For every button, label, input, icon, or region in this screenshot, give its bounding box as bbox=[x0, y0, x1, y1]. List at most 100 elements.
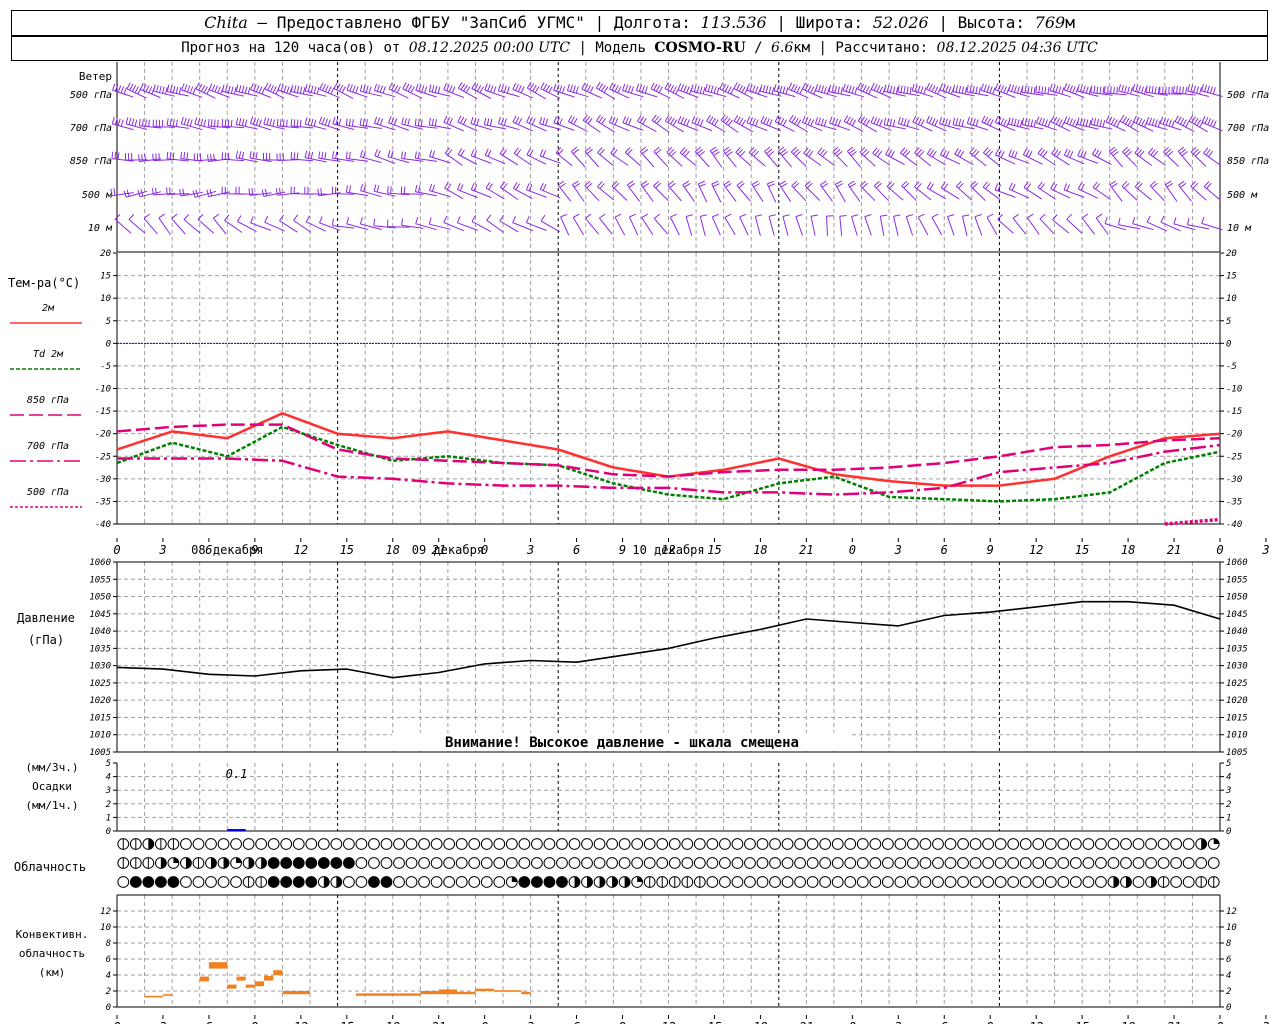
cloud-circle bbox=[418, 838, 430, 850]
cloud-symbol bbox=[1095, 857, 1107, 869]
cloud-circle bbox=[819, 838, 832, 850]
wind-barb-flag bbox=[286, 86, 290, 94]
wind-barb-staff bbox=[1066, 218, 1083, 234]
cloud-symbol bbox=[167, 838, 180, 850]
wind-barb bbox=[723, 146, 737, 168]
wind-barb-flag bbox=[741, 119, 747, 126]
wind-barb-flag bbox=[836, 183, 844, 188]
wind-barb-flag bbox=[525, 216, 530, 223]
wind-barb-staff bbox=[197, 219, 215, 234]
cloud-symbol bbox=[1069, 876, 1082, 888]
cloud-symbol bbox=[418, 876, 430, 888]
wind-barb-flag bbox=[724, 213, 732, 218]
wind-barb-flag bbox=[903, 118, 907, 126]
wind-barb bbox=[859, 146, 876, 167]
wind-barb-flag bbox=[293, 214, 299, 221]
wind-barb-flag bbox=[955, 118, 959, 126]
cloud-symbol bbox=[1057, 857, 1070, 869]
cloud-circle bbox=[919, 876, 932, 888]
wind-barb-flag bbox=[428, 117, 431, 125]
wind-barb-flag bbox=[680, 117, 685, 124]
cloud-symbol bbox=[756, 838, 769, 850]
cloud-circle bbox=[844, 857, 857, 869]
wind-barb-flag bbox=[111, 117, 115, 125]
wind-barb-flag bbox=[710, 146, 717, 152]
cloud-symbol bbox=[1032, 838, 1045, 850]
conv-bar bbox=[254, 981, 265, 987]
x-tick-label-bottom: 0 bbox=[849, 1020, 856, 1024]
wind-barb-flag bbox=[346, 217, 350, 225]
cloud-symbol bbox=[894, 876, 907, 888]
conv-bar bbox=[521, 991, 531, 995]
wind-barb-flag bbox=[148, 119, 150, 127]
day-label: 08 декабря bbox=[191, 543, 263, 557]
wind-barb-flag bbox=[900, 147, 906, 154]
conv-axis-unit: (км) bbox=[39, 966, 66, 979]
wind-barb-flag bbox=[360, 183, 364, 191]
cloud-symbol bbox=[480, 838, 493, 850]
wind-barb-flag bbox=[723, 146, 730, 152]
wind-barb-flag bbox=[517, 118, 523, 125]
cloud-symbol bbox=[907, 838, 919, 850]
x-tick-label: 15 bbox=[707, 543, 721, 557]
wind-barb-flag bbox=[310, 85, 314, 93]
wind-barb-staff bbox=[1039, 218, 1055, 235]
wind-barb-flag bbox=[388, 116, 392, 123]
wind-barb-staff bbox=[128, 219, 146, 234]
cloud-circle bbox=[380, 857, 393, 869]
wind-barb-flag bbox=[460, 83, 466, 90]
cloud-symbol bbox=[769, 857, 781, 869]
wind-barb-flag bbox=[880, 214, 888, 217]
wind-barb-flag bbox=[900, 85, 903, 93]
cloud-symbol bbox=[480, 876, 493, 888]
wind-barb-flag bbox=[1069, 85, 1073, 93]
wind-barb-flag bbox=[1116, 86, 1118, 95]
wind-barb-flag bbox=[1050, 182, 1055, 190]
wind-barb-flag bbox=[1050, 115, 1055, 123]
wind-barb-flag bbox=[1185, 87, 1188, 95]
cloud-fill bbox=[1113, 876, 1119, 888]
wind-barb-flag bbox=[926, 82, 930, 90]
wind-barb-flag bbox=[843, 115, 849, 122]
wind-barb-flag bbox=[1110, 118, 1116, 125]
wind-barb-staff bbox=[471, 220, 492, 233]
cloud-circle bbox=[1057, 876, 1070, 888]
cloud-symbol bbox=[932, 876, 944, 888]
wind-barb bbox=[1145, 116, 1168, 131]
wind-barb-flag bbox=[851, 119, 857, 126]
cloud-symbol bbox=[117, 876, 130, 888]
cloud-circle bbox=[856, 857, 869, 869]
pressure-warning: Внимание! Высокое давление - шкала смеще… bbox=[445, 735, 799, 751]
cloud-symbol bbox=[530, 876, 543, 888]
cloud-symbol bbox=[518, 876, 531, 888]
wind-level-label: 500 гПа bbox=[70, 90, 112, 101]
wind-barb-flag bbox=[1132, 83, 1136, 91]
wind-barb-staff bbox=[983, 152, 1001, 167]
wind-barb bbox=[221, 152, 245, 162]
wind-barb-flag bbox=[338, 118, 342, 126]
wind-barb-flag bbox=[966, 116, 971, 124]
wind-barb-flag bbox=[984, 116, 989, 124]
wind-barb-flag bbox=[373, 116, 378, 124]
wind-barb-flag bbox=[1171, 120, 1175, 128]
cloud-circle bbox=[480, 857, 493, 869]
wind-barb bbox=[694, 146, 710, 168]
wind-barb-flag bbox=[900, 117, 904, 125]
wind-barb-flag bbox=[217, 119, 219, 127]
wind-barb-flag bbox=[1110, 86, 1112, 94]
cloud-fill bbox=[637, 876, 643, 882]
wind-barb-flag bbox=[520, 86, 525, 94]
wind-barb-flag bbox=[387, 149, 391, 157]
y-tick-label: 0 bbox=[106, 827, 111, 837]
wind-barb-flag bbox=[810, 214, 818, 217]
wind-barb-flag bbox=[985, 149, 991, 155]
wind-barb-flag bbox=[1041, 86, 1044, 94]
wind-barb-flag bbox=[1091, 148, 1097, 155]
x-tick-label-bottom: 0 bbox=[481, 1020, 488, 1024]
wind-barb-flag bbox=[1193, 85, 1197, 93]
legend-label: Td 2м bbox=[33, 349, 64, 360]
wind-barb-flag bbox=[1085, 119, 1089, 127]
cloud-symbol bbox=[1195, 876, 1208, 888]
wind-barb-flag bbox=[451, 86, 456, 94]
wind-barb bbox=[624, 147, 642, 167]
